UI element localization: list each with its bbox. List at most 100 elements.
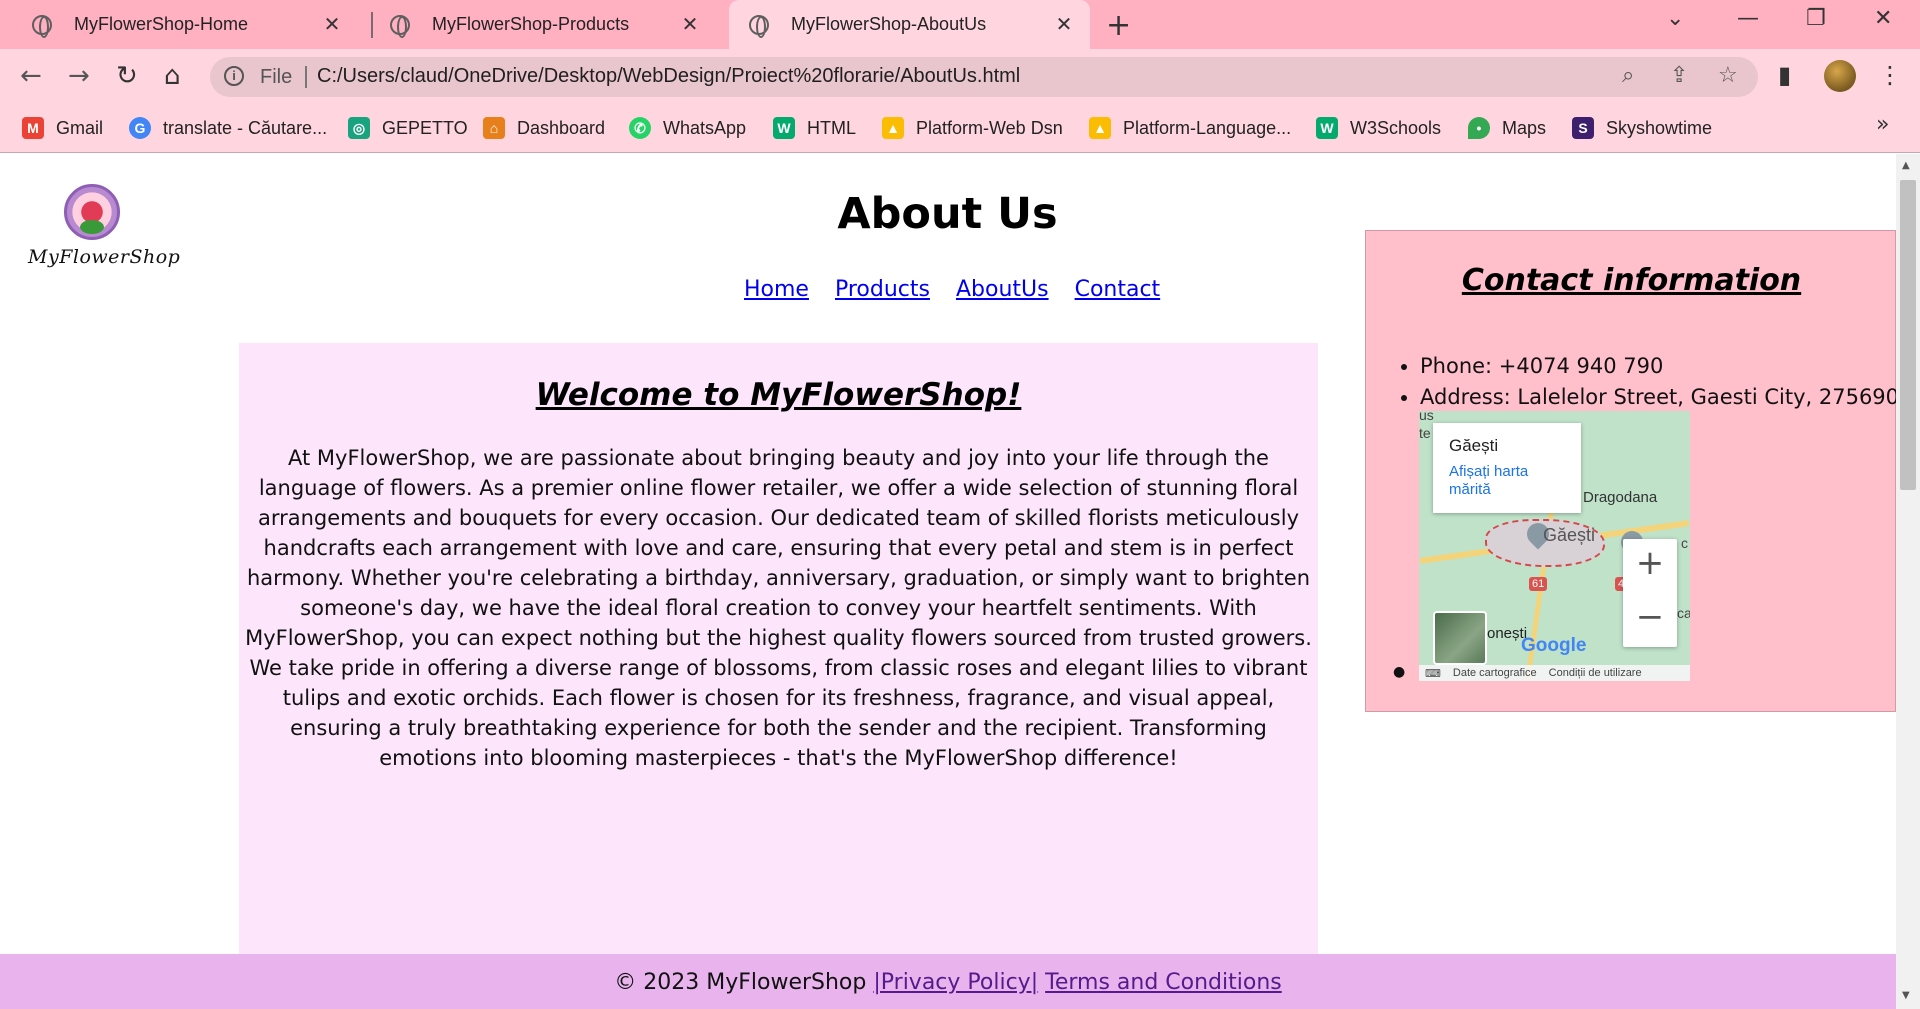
close-tab-icon[interactable]: ✕ (320, 12, 344, 37)
copyright-text: © 2023 MyFlowerShop (614, 970, 874, 995)
scroll-thumb[interactable] (1900, 180, 1916, 490)
bookmark-label: Gmail (56, 117, 104, 138)
address-bar[interactable]: i File C:/Users/claud/OneDrive/Desktop/W… (210, 57, 1758, 97)
bookmark-html[interactable]: W HTML (773, 117, 856, 139)
map-zoom-control: + − (1623, 539, 1677, 647)
menu-icon[interactable]: ⋮ (1878, 61, 1902, 89)
terms-link[interactable]: Terms and Conditions (1045, 970, 1282, 995)
close-tab-icon[interactable]: ✕ (678, 12, 702, 37)
welcome-title: Welcome to MyFlowerShop! (535, 377, 1022, 413)
map-terms-link[interactable]: Condiții de utilizare (1543, 667, 1648, 679)
contact-phone: Phone: +4074 940 790 (1420, 351, 1896, 382)
nav-link-contact[interactable]: Contact (1075, 277, 1161, 302)
close-tab-icon[interactable]: ✕ (1052, 12, 1076, 37)
tab-title: MyFlowerShop-Home (74, 14, 249, 34)
page-viewport: MyFlowerShop About Us Home Products Abou… (0, 154, 1896, 1009)
share-icon[interactable]: ⇪ (1670, 63, 1688, 88)
bookmark-gmail[interactable]: M Gmail (22, 117, 103, 139)
zoom-icon[interactable]: ⌕ (1622, 63, 1634, 88)
bookmark-label: Platform-Language... (1123, 117, 1292, 138)
privacy-policy-link[interactable]: |Privacy Policy| (873, 970, 1038, 995)
w3schools-icon: W (773, 117, 795, 139)
enlarge-map-link[interactable]: Afișați harta mărită (1449, 463, 1569, 499)
bookmark-label: Dashboard (517, 117, 606, 138)
skyshowtime-icon: S (1572, 117, 1594, 139)
zoom-in-button[interactable]: + (1623, 543, 1677, 583)
list-bullet: ● (1393, 664, 1406, 680)
bookmark-platform-language[interactable]: ▲ Platform-Language... (1089, 117, 1291, 139)
w3schools-icon: W (1316, 117, 1338, 139)
map-edge-label: te (1419, 425, 1431, 441)
map-edge-label: ca (1677, 605, 1690, 621)
google-logo: Google (1521, 635, 1587, 656)
whatsapp-icon: ✆ (629, 117, 651, 139)
nav-link-aboutus[interactable]: AboutUs (956, 277, 1049, 302)
more-bookmarks-icon[interactable]: » (1876, 112, 1889, 137)
page-footer: © 2023 MyFlowerShop |Privacy Policy| Ter… (0, 954, 1896, 1009)
gmail-icon: M (22, 117, 44, 139)
keyboard-shortcuts-icon[interactable]: ⌨ (1419, 667, 1447, 680)
bookmarks-bar: M Gmail G translate - Căutare... ◎ GEPET… (0, 106, 1920, 153)
bookmark-label: HTML (807, 117, 856, 138)
map-edge-label: c (1681, 535, 1688, 551)
scheme-label: File (260, 66, 293, 88)
shop-logo[interactable]: MyFlowerShop (28, 184, 181, 284)
map-label-town: Găești (1543, 525, 1596, 545)
page-scrollbar[interactable]: ▲ ▼ (1896, 154, 1920, 1009)
globe-icon (390, 14, 410, 38)
scroll-down-icon[interactable]: ▼ (1902, 990, 1910, 1001)
restore-button[interactable]: ❐ (1806, 6, 1826, 31)
browser-toolbar: ← → ↻ ⌂ i File C:/Users/claud/OneDrive/D… (0, 49, 1920, 106)
tab-title: MyFlowerShop-Products (432, 14, 630, 34)
bookmark-translate[interactable]: G translate - Căutare... (129, 117, 327, 139)
tab-title: MyFlowerShop-AboutUs (791, 14, 987, 34)
reload-button[interactable]: ↻ (116, 61, 138, 91)
bookmark-label: WhatsApp (663, 117, 747, 138)
bookmark-skyshowtime[interactable]: S Skyshowtime (1572, 117, 1712, 139)
map-place-card: Găești Afișați harta mărită (1433, 423, 1581, 513)
google-drive-icon: ▲ (1089, 117, 1111, 139)
url-text[interactable]: C:/Users/claud/OneDrive/Desktop/WebDesig… (317, 65, 1020, 88)
minimize-button[interactable]: — (1737, 6, 1759, 31)
tab-home[interactable]: MyFlowerShop-Home ✕ (0, 0, 358, 49)
page-title: About Us (837, 189, 1058, 239)
tab-aboutus[interactable]: MyFlowerShop-AboutUs ✕ (729, 0, 1090, 49)
forward-button[interactable]: → (68, 61, 90, 91)
chatgpt-icon: ◎ (348, 117, 370, 139)
contact-title: Contact information (1461, 263, 1802, 298)
bookmark-platform-web[interactable]: ▲ Platform-Web Dsn (882, 117, 1063, 139)
bookmark-dashboard[interactable]: ⌂ Dashboard (483, 117, 605, 139)
maps-icon: • (1468, 117, 1490, 139)
road-number-badge: 61 (1529, 577, 1548, 591)
profile-avatar[interactable] (1824, 60, 1856, 92)
side-panel-icon[interactable]: ▮ (1778, 61, 1791, 89)
embedded-map[interactable]: Găești Dragodana onești 61 40 us te c ca… (1419, 411, 1690, 681)
zoom-out-button[interactable]: − (1623, 597, 1677, 637)
satellite-toggle[interactable] (1433, 611, 1487, 665)
tab-products[interactable]: MyFlowerShop-Products ✕ (358, 0, 716, 49)
logo-text: MyFlowerShop (28, 246, 181, 268)
nav-link-home[interactable]: Home (744, 277, 809, 302)
back-button[interactable]: ← (20, 61, 42, 91)
map-label-nearby: Dragodana (1583, 489, 1658, 506)
map-data-link[interactable]: Date cartografice (1447, 667, 1543, 679)
scroll-up-icon[interactable]: ▲ (1902, 160, 1910, 171)
bookmark-gepetto[interactable]: ◎ GEPETTO (348, 117, 468, 139)
bookmark-maps[interactable]: • Maps (1468, 117, 1546, 139)
footer-text: © 2023 MyFlowerShop |Privacy Policy| Ter… (0, 970, 1896, 995)
bookmark-star-icon[interactable]: ☆ (1718, 63, 1738, 88)
leaf-logo-icon (80, 220, 104, 234)
welcome-paragraph: At MyFlowerShop, we are passionate about… (245, 446, 1312, 770)
tab-search-icon[interactable]: ⌄ (1666, 6, 1684, 31)
nav-link-products[interactable]: Products (835, 277, 930, 302)
close-window-button[interactable]: ✕ (1874, 6, 1892, 31)
home-button[interactable]: ⌂ (164, 61, 181, 91)
new-tab-button[interactable]: + (1106, 8, 1131, 43)
contact-list: Phone: +4074 940 790 Address: Lalelelor … (1420, 351, 1896, 413)
site-info-icon[interactable]: i (224, 66, 244, 86)
welcome-section: Welcome to MyFlowerShop! At MyFlowerShop… (239, 343, 1318, 1009)
bookmark-w3schools[interactable]: W W3Schools (1316, 117, 1441, 139)
dashboard-icon: ⌂ (483, 117, 505, 139)
bookmark-label: GEPETTO (382, 117, 468, 138)
bookmark-whatsapp[interactable]: ✆ WhatsApp (629, 117, 746, 139)
